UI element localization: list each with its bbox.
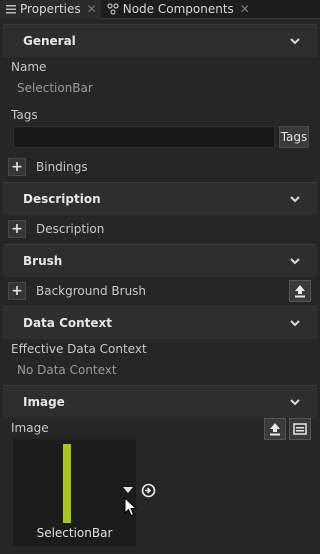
- image-label: Image: [11, 421, 49, 435]
- bindings-row: + Bindings: [3, 153, 317, 181]
- section-title: Data Context: [23, 316, 113, 330]
- chevron-down-icon[interactable]: [289, 193, 301, 205]
- thumbnail-label: SelectionBar: [36, 526, 113, 540]
- name-label: Name: [11, 60, 47, 74]
- chevron-down-icon[interactable]: [289, 35, 301, 47]
- chevron-down-icon[interactable]: [289, 396, 301, 408]
- node-components-icon: [107, 3, 119, 15]
- mouse-cursor-icon: [124, 497, 137, 517]
- tab-properties[interactable]: Properties ✕: [0, 0, 101, 19]
- add-description-button[interactable]: +: [8, 220, 26, 238]
- add-background-brush-button[interactable]: +: [8, 282, 26, 300]
- tags-button[interactable]: Tags: [279, 126, 309, 148]
- section-title: Brush: [23, 254, 63, 268]
- bindings-label: Bindings: [36, 160, 88, 174]
- tags-input[interactable]: [13, 126, 275, 148]
- image-thumbnail[interactable]: SelectionBar: [13, 439, 136, 546]
- image-settings-button[interactable]: [289, 418, 311, 440]
- menu-icon: [6, 4, 16, 14]
- tab-node-components[interactable]: Node Components ✕: [101, 0, 254, 19]
- section-description-header[interactable]: Description: [3, 182, 317, 215]
- section-title: Image: [23, 395, 65, 409]
- reset-icon[interactable]: [141, 483, 156, 498]
- section-image-header[interactable]: Image: [3, 385, 317, 418]
- section-data-context-header[interactable]: Data Context: [3, 306, 317, 339]
- description-row: + Description: [3, 215, 317, 243]
- chevron-down-icon[interactable]: [289, 255, 301, 267]
- close-icon[interactable]: ✕: [240, 2, 250, 16]
- background-brush-label: Background Brush: [36, 284, 147, 298]
- tab-properties-label: Properties: [20, 2, 81, 16]
- dropdown-arrow-icon[interactable]: [122, 486, 134, 494]
- tab-node-components-label: Node Components: [122, 2, 234, 16]
- close-icon[interactable]: ✕: [87, 2, 97, 16]
- add-binding-button[interactable]: +: [8, 158, 26, 176]
- section-title: Description: [23, 192, 101, 206]
- upload-icon: [268, 422, 282, 436]
- image-properties-icon: [293, 422, 307, 436]
- selection-bar-preview: [63, 444, 71, 523]
- section-brush-header[interactable]: Brush: [3, 244, 317, 277]
- description-label: Description: [36, 222, 105, 236]
- panel-tab-bar: Properties ✕ Node Components ✕: [0, 0, 320, 19]
- upload-icon: [293, 284, 307, 298]
- section-title: General: [23, 34, 76, 48]
- upload-image-button[interactable]: [264, 418, 286, 440]
- chevron-down-icon[interactable]: [289, 317, 301, 329]
- name-value[interactable]: SelectionBar: [17, 81, 93, 95]
- background-brush-row: + Background Brush: [3, 277, 317, 305]
- upload-brush-button[interactable]: [289, 280, 311, 302]
- tags-label: Tags: [11, 108, 38, 122]
- effective-data-context-label: Effective Data Context: [11, 342, 147, 356]
- effective-data-context-value: No Data Context: [17, 363, 117, 377]
- section-general-header[interactable]: General: [3, 24, 317, 57]
